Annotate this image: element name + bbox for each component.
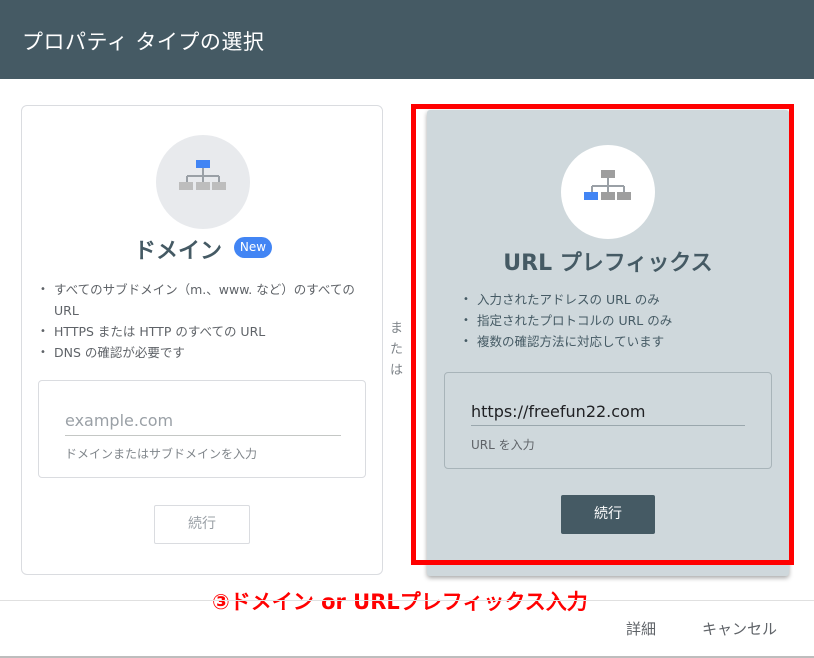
domain-card-title: ドメイン <box>134 239 223 264</box>
input-underline <box>471 425 745 426</box>
sitemap-icon <box>179 160 226 190</box>
dialog-title: プロパティ タイプの選択 <box>22 30 265 54</box>
new-badge: New <box>234 237 272 258</box>
url-icon-circle <box>561 145 655 239</box>
domain-input-box: example.com ドメインまたはサブドメインを入力 <box>38 380 366 478</box>
sitemap-icon <box>584 170 631 200</box>
domain-continue-button[interactable]: 続行 <box>154 505 250 544</box>
footer-divider <box>0 600 814 601</box>
feature-item: すべてのサブドメイン（m.、www. など）のすべての URL <box>34 279 374 321</box>
domain-input[interactable]: example.com <box>65 411 173 430</box>
input-underline <box>65 435 341 436</box>
feature-item: 指定されたプロトコルの URL のみ <box>457 310 777 331</box>
url-input-help: URL を入力 <box>471 438 535 452</box>
url-card-title: URL プレフィックス <box>503 251 713 276</box>
domain-property-card[interactable]: ドメイン New すべてのサブドメイン（m.、www. など）のすべての URL… <box>21 105 383 575</box>
url-continue-button[interactable]: 続行 <box>561 495 655 534</box>
url-feature-list: 入力されたアドレスの URL のみ 指定されたプロトコルの URL のみ 複数の… <box>457 289 777 352</box>
domain-input-help: ドメインまたはサブドメインを入力 <box>65 447 258 461</box>
domain-feature-list: すべてのサブドメイン（m.、www. など）のすべての URL HTTPS また… <box>34 279 374 363</box>
url-input-box: https://freefun22.com URL を入力 <box>444 372 772 469</box>
url-input[interactable]: https://freefun22.com <box>471 402 645 421</box>
feature-item: HTTPS または HTTP のすべての URL <box>34 321 374 342</box>
feature-item: 入力されたアドレスの URL のみ <box>457 289 777 310</box>
feature-item: 複数の確認方法に対応しています <box>457 331 777 352</box>
cancel-button[interactable]: キャンセル <box>702 618 777 639</box>
annotation-caption: ③ドメイン or URLプレフィックス入力 <box>212 590 588 614</box>
domain-icon-circle <box>156 135 250 229</box>
dialog-header: プロパティ タイプの選択 <box>0 0 814 79</box>
feature-item: DNS の確認が必要です <box>34 342 374 363</box>
url-prefix-property-card[interactable]: URL プレフィックス 入力されたアドレスの URL のみ 指定されたプロトコル… <box>427 110 789 576</box>
details-button[interactable]: 詳細 <box>626 618 656 639</box>
or-separator: または <box>390 321 404 378</box>
